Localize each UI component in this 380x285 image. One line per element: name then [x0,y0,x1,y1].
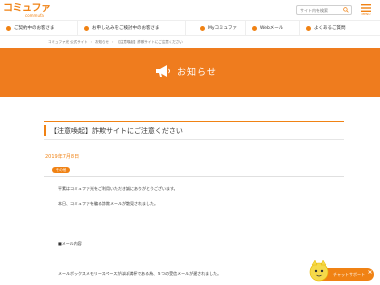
nav-item-my-commufa[interactable]: Myコミュファ [186,21,246,35]
hero-content: お知らせ [155,64,217,78]
search-input[interactable] [297,6,341,14]
main-nav: ご契約中のお客さま お申し込みをご検討中のお客さま Myコミュファ Webメール… [0,20,380,36]
breadcrumb-item[interactable]: コミュファ光 公式サイト [48,40,88,45]
page-hero: お知らせ [0,48,380,97]
nav-bullet-icon [200,25,205,31]
search-icon[interactable] [343,7,349,13]
notice-title: 【注意喚起】詐欺サイトにご注意ください [50,126,183,135]
site-logo[interactable]: コミュファ commufa [3,3,51,19]
nav-item-label: よくあるご質問 [314,26,346,31]
notice-date: 2019年7月8日 [45,154,80,160]
menu-button[interactable]: MENU [356,3,376,17]
nav-item-webmail[interactable]: Webメール [246,21,300,35]
nav-item-prospective-customers[interactable]: お申し込みをご検討中のお客さま [78,21,186,35]
nav-item-label: お申し込みをご検討中のお客さま [92,26,160,31]
breadcrumb-separator: › [90,40,93,44]
nav-bullet-icon [252,25,257,31]
nav-bullet-icon [6,25,11,31]
breadcrumb-item-current: 【注意喚起】詐欺サイトにご注意ください [116,40,183,44]
nav-item-label: Webメール [260,26,284,31]
nav-item-label: Myコミュファ [208,26,238,31]
page-title: お知らせ [177,67,217,78]
mascot-icon[interactable] [307,259,331,283]
breadcrumb-item[interactable]: お知らせ [95,40,109,45]
logo-sub-text: commufa [25,13,44,18]
notice-heading: 【注意喚起】詐欺サイトにご注意ください [44,121,344,140]
body-paragraph: 平素はコミュファ光をご利用いただき誠にありがとうございます。 [58,186,178,191]
nav-bullet-icon [84,25,89,31]
nav-item-label: ご契約中のお客さま [14,26,55,31]
search-box[interactable] [296,5,352,15]
nav-item-current-customers[interactable]: ご契約中のお客さま [0,21,78,35]
divider [44,176,344,177]
chat-support-label: チャットサポート [333,271,365,277]
nav-bullet-icon [306,25,311,31]
breadcrumb-separator: › [111,40,114,44]
body-section-heading: ■メール内容 [58,241,82,246]
megaphone-icon [156,65,170,77]
close-icon[interactable] [368,270,372,274]
category-badge: その他 [52,167,70,173]
header: コミュファ commufa MENU [0,0,380,20]
heading-accent-bar [44,125,46,136]
body-paragraph: 本日、コミュファを騙る詐欺メールが散見されました。 [58,201,158,206]
menu-label: MENU [361,12,371,16]
breadcrumb: コミュファ光 公式サイト › お知らせ › 【注意喚起】詐欺サイトにご注意くださ… [48,40,183,45]
nav-item-faq[interactable]: よくあるご質問 [300,21,380,35]
body-paragraph: メールボックスメモリースペースがほぼ満杯である為、５つの受信メールが遅されました… [58,271,222,276]
hamburger-menu-icon [361,4,371,12]
